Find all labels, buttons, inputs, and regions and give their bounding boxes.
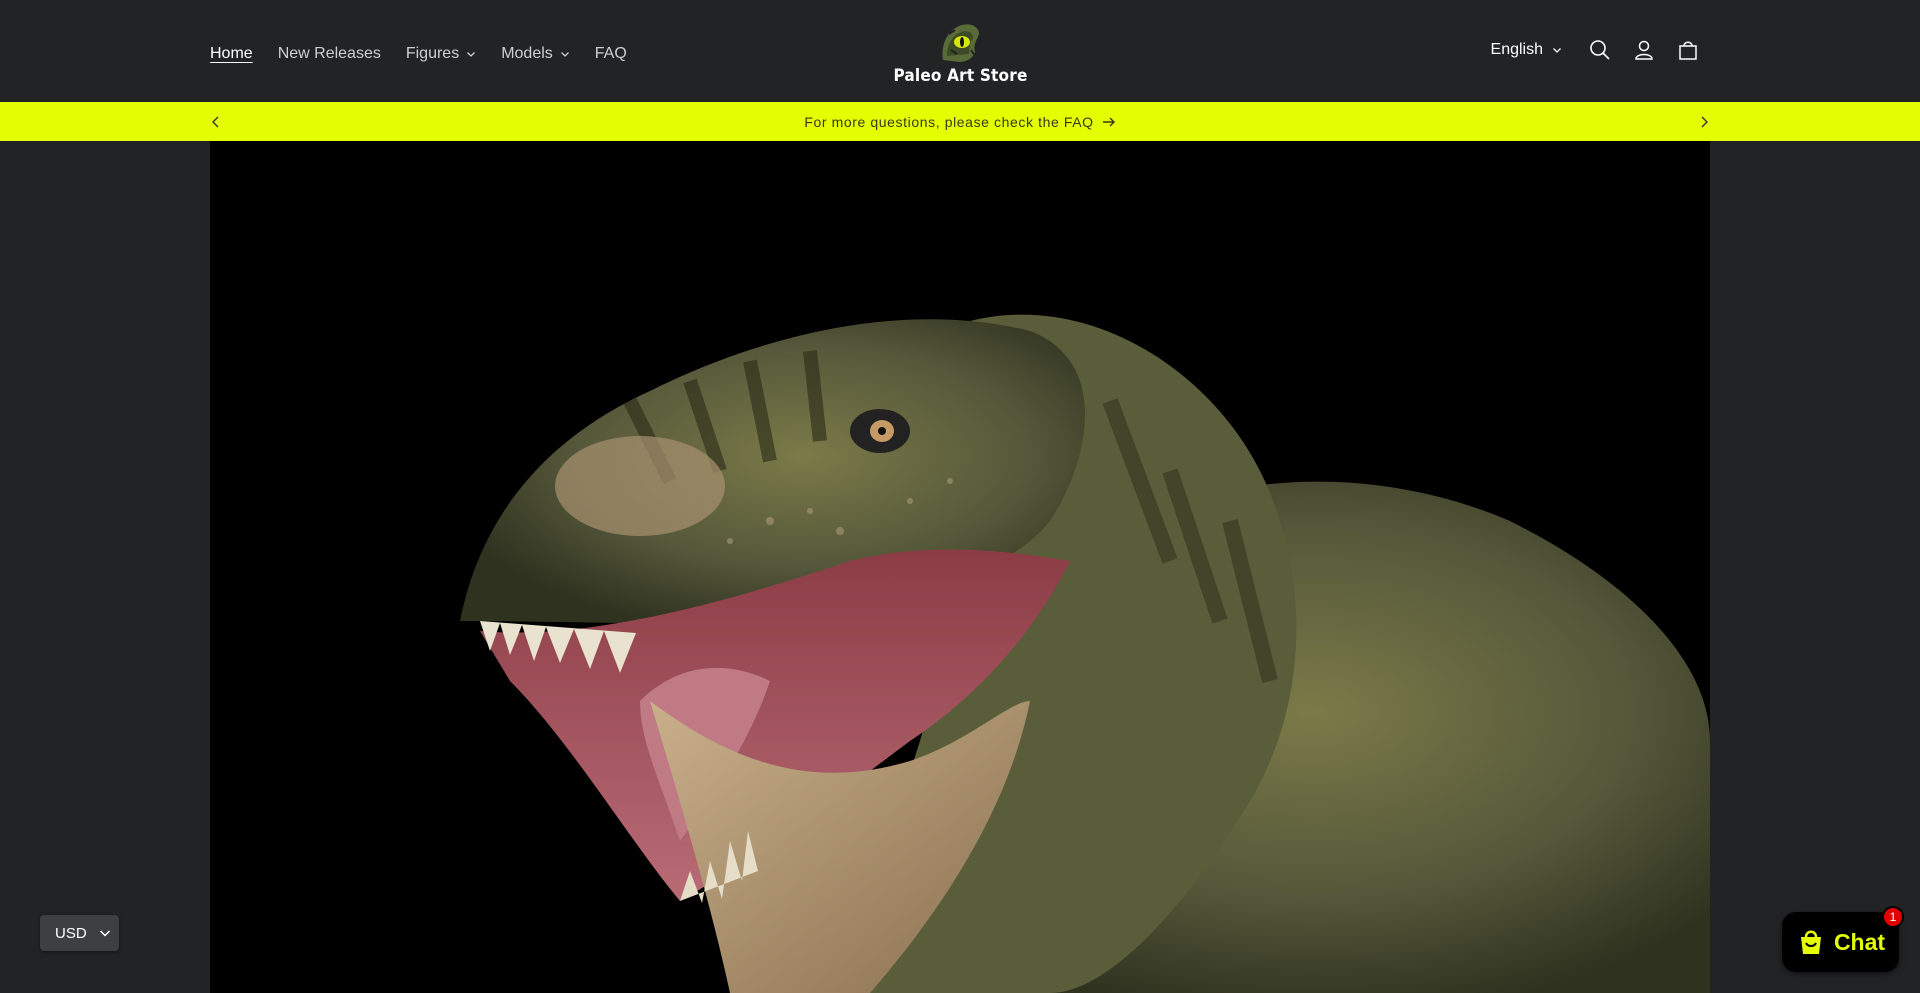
nav-faq[interactable]: FAQ <box>595 42 627 66</box>
nav-figures[interactable]: Figures <box>406 42 476 66</box>
cart-button[interactable] <box>1676 38 1700 62</box>
main-nav: Home New Releases Figures Models FAQ <box>210 42 652 66</box>
currency-selector[interactable]: USD <box>40 915 119 951</box>
dinosaur-eye-logo-icon <box>942 24 979 63</box>
nav-home[interactable]: Home <box>210 42 253 66</box>
chat-button[interactable]: Chat 1 <box>1782 906 1904 972</box>
nav-faq-label: FAQ <box>594 45 627 62</box>
chat-notification-badge: 1 <box>1882 906 1904 928</box>
nav-figures-label: Figures <box>405 45 460 62</box>
announcement-text: For more questions, please check the FAQ <box>804 113 1094 130</box>
chevron-right-icon[interactable] <box>1696 114 1712 130</box>
account-button[interactable] <box>1632 38 1656 62</box>
chevron-down-icon <box>99 930 110 937</box>
nav-new-releases[interactable]: New Releases <box>278 42 381 66</box>
announcement-bar: For more questions, please check the FAQ <box>0 102 1920 141</box>
header-utilities: English <box>1491 38 1700 62</box>
logo-text: Paleo Art Store <box>892 66 1028 86</box>
account-icon <box>1635 40 1653 60</box>
arrow-right-icon <box>1102 117 1115 126</box>
chevron-left-icon[interactable] <box>208 114 224 130</box>
nav-models-label: Models <box>501 45 553 62</box>
language-selector[interactable]: English <box>1491 41 1562 59</box>
site-header: Home New Releases Figures Models FAQ Pal… <box>0 0 1920 102</box>
store-logo[interactable]: Paleo Art Store <box>890 20 1030 90</box>
currency-value: USD <box>55 924 87 942</box>
announcement-link[interactable]: For more questions, please check the FAQ <box>804 114 1115 130</box>
search-icon <box>1590 40 1610 60</box>
tyrannosaurus-figure-image <box>210 141 1710 993</box>
language-label: English <box>1490 41 1543 58</box>
search-button[interactable] <box>1588 38 1612 62</box>
chat-bag-icon <box>1800 930 1821 954</box>
nav-new-releases-label: New Releases <box>277 45 381 62</box>
nav-home-label: Home <box>210 45 253 62</box>
chevron-down-icon <box>467 52 476 57</box>
chevron-down-icon <box>1553 48 1561 53</box>
hero-banner-image <box>210 141 1710 993</box>
nav-models[interactable]: Models <box>501 42 570 66</box>
chevron-down-icon <box>560 52 569 57</box>
chat-label: Chat <box>1833 928 1886 955</box>
cart-icon <box>1679 41 1697 60</box>
